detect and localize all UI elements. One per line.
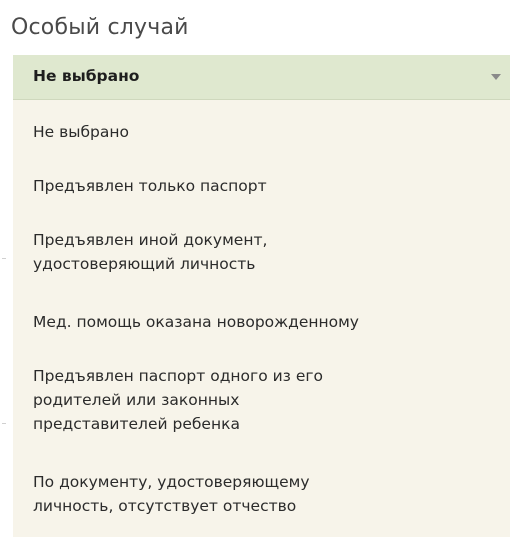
option-label-line: родителей или законных — [33, 391, 240, 409]
option-label-line: По документу, удостоверяющему — [33, 473, 310, 491]
option-label-line: представителей ребенка — [33, 415, 240, 433]
option-newborn-care[interactable]: Мед. помощь оказана новорожденному — [33, 310, 359, 334]
option-label-line: личность, отсутствует отчество — [33, 497, 297, 515]
option-parent-passport[interactable]: Предъявлен паспорт одного из его родител… — [33, 364, 323, 436]
special-case-select[interactable]: Не выбрано — [13, 55, 510, 100]
option-label: Не выбрано — [33, 123, 130, 141]
option-label: Мед. помощь оказана новорожденному — [33, 313, 359, 331]
chevron-down-icon[interactable] — [491, 74, 501, 80]
dropdown-list: Не выбрано Предъявлен только паспорт Пре… — [13, 100, 510, 537]
option-other-id-document[interactable]: Предъявлен иной документ, удостоверяющий… — [33, 228, 267, 276]
option-not-selected[interactable]: Не выбрано — [33, 120, 129, 144]
option-label-line: удостоверяющий личность — [33, 255, 256, 273]
option-passport-only[interactable]: Предъявлен только паспорт — [33, 174, 267, 198]
field-label: Особый случай — [11, 15, 189, 40]
option-label-line: Предъявлен паспорт одного из его — [33, 367, 324, 385]
background-divider — [2, 258, 6, 259]
option-label: Предъявлен только паспорт — [33, 177, 267, 195]
selected-value: Не выбрано — [33, 67, 140, 85]
background-divider — [2, 423, 6, 424]
option-label-line: Предъявлен иной документ, — [33, 231, 268, 249]
special-case-dropdown-view: Особый случай Не выбрано Не выбрано Пред… — [0, 0, 513, 537]
option-no-patronymic[interactable]: По документу, удостоверяющему личность, … — [33, 470, 310, 518]
